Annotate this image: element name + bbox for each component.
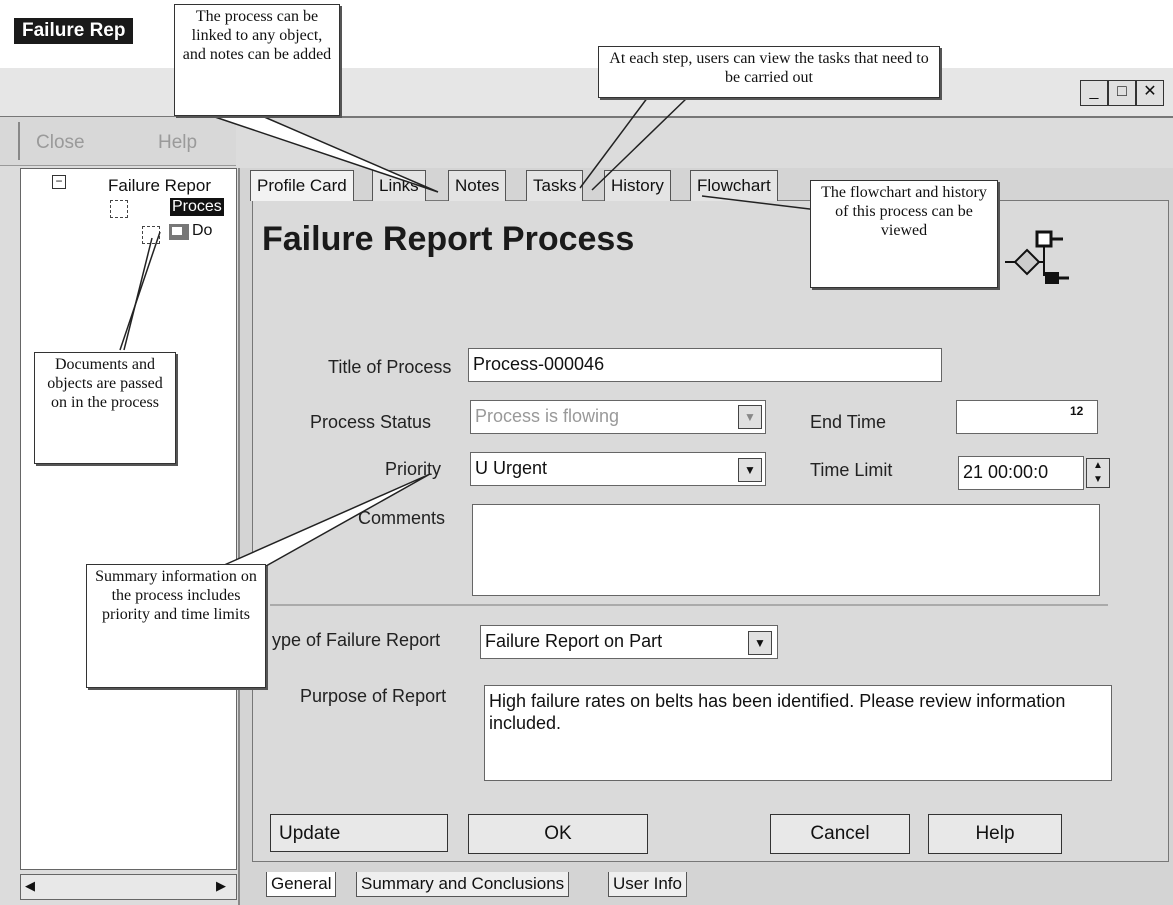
callout-summary: Summary information on the process inclu… — [86, 564, 266, 688]
callout-documents: Documents and objects are passed on in t… — [34, 352, 176, 464]
callout-tasks: At each step, users can view the tasks t… — [598, 46, 940, 98]
callout-links-notes: The process can be linked to any object,… — [174, 4, 340, 116]
callout-flowchart: The flowchart and history of this proces… — [810, 180, 998, 288]
